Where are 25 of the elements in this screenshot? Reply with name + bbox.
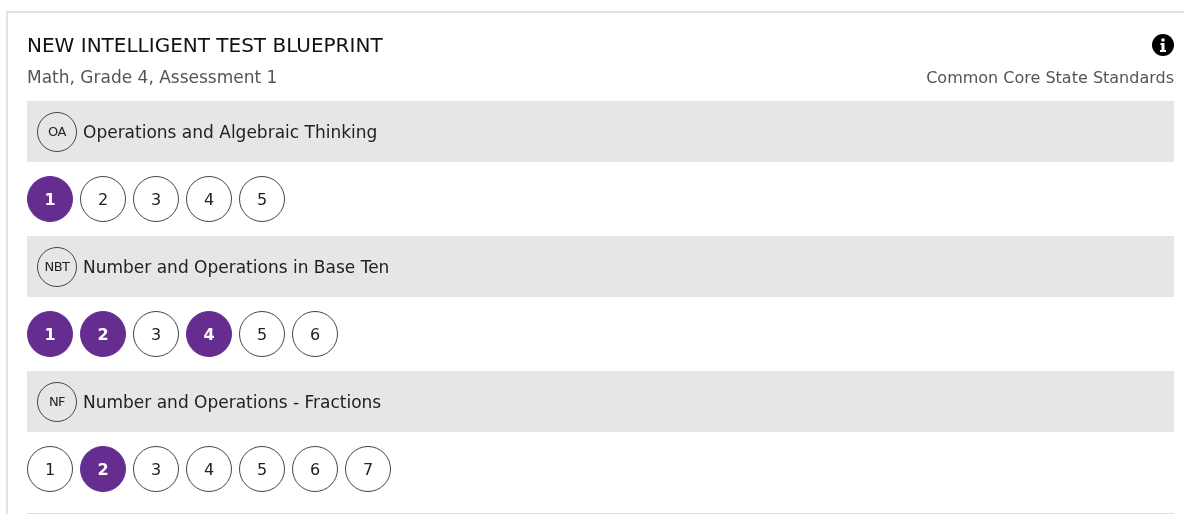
blueprint-title: NEW INTELLIGENT TEST BLUEPRINT [27, 33, 383, 57]
standard-number-button[interactable]: 1 [27, 311, 73, 357]
standard-number-button[interactable]: 4 [186, 176, 232, 222]
standard-number-button[interactable]: 3 [133, 446, 179, 492]
standard-number-button[interactable]: 2 [80, 311, 126, 357]
standard-number-button[interactable]: 3 [133, 311, 179, 357]
domain-name: Number and Operations - Fractions [83, 391, 382, 412]
standard-number-button[interactable]: 4 [186, 311, 232, 357]
info-icon[interactable] [1152, 34, 1174, 56]
standard-number-button[interactable]: 4 [186, 446, 232, 492]
standards-label: Common Core State Standards [926, 67, 1174, 87]
standard-number-button[interactable]: 2 [80, 176, 126, 222]
standard-number-button[interactable]: 3 [133, 176, 179, 222]
standard-number-button[interactable]: 1 [27, 446, 73, 492]
standard-number-button[interactable]: 6 [292, 446, 338, 492]
domain-name: Operations and Algebraic Thinking [83, 121, 378, 142]
standard-number-button[interactable]: 2 [80, 446, 126, 492]
standard-number-button[interactable]: 1 [27, 176, 73, 222]
standard-number-button[interactable]: 5 [239, 176, 285, 222]
assessment-subtitle: Math, Grade 4, Assessment 1 [27, 67, 278, 87]
standard-number-button[interactable]: 7 [345, 446, 391, 492]
domain-name: Number and Operations in Base Ten [83, 256, 390, 277]
standard-number-button[interactable]: 5 [239, 446, 285, 492]
standard-number-button[interactable]: 5 [239, 311, 285, 357]
standard-number-button[interactable]: 6 [292, 311, 338, 357]
